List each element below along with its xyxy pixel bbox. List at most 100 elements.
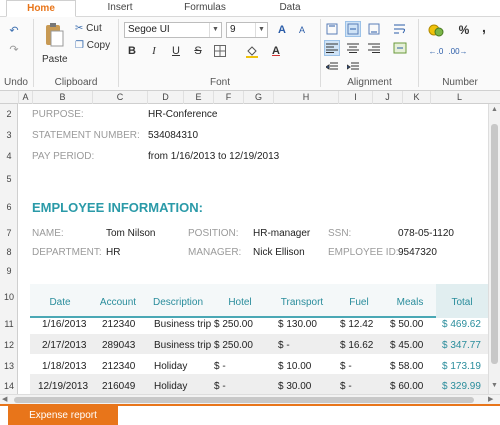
- cell-date[interactable]: 2/17/2013: [42, 340, 87, 351]
- tab-data[interactable]: Data: [260, 0, 320, 17]
- align-top-icon[interactable]: [324, 21, 340, 37]
- column-header[interactable]: I: [338, 91, 372, 104]
- cell-total[interactable]: $ 347.77: [442, 340, 481, 351]
- manager-value[interactable]: Nick Ellison: [253, 247, 305, 258]
- align-middle-icon[interactable]: [345, 21, 361, 37]
- column-header[interactable]: A: [18, 91, 32, 104]
- cell-transport[interactable]: $ -: [278, 340, 290, 351]
- row-header[interactable]: 12: [0, 340, 18, 350]
- italic-button[interactable]: I: [146, 43, 162, 59]
- align-left-icon[interactable]: [324, 40, 340, 56]
- grow-font-button[interactable]: A: [274, 22, 290, 38]
- cell-date[interactable]: 12/19/2013: [38, 381, 88, 392]
- cell-total[interactable]: $ 469.62: [442, 319, 481, 330]
- column-header[interactable]: K: [402, 91, 430, 104]
- fill-color-button[interactable]: [244, 43, 260, 59]
- pay-period-value[interactable]: from 1/16/2013 to 12/19/2013: [148, 151, 279, 162]
- vertical-scroll-thumb[interactable]: [491, 124, 498, 364]
- align-bottom-icon[interactable]: [366, 21, 382, 37]
- row-header[interactable]: 7: [0, 228, 18, 238]
- header-hotel[interactable]: Hotel: [210, 289, 270, 317]
- cell-date[interactable]: 1/18/2013: [42, 361, 87, 372]
- cell-fuel[interactable]: $ -: [340, 361, 352, 372]
- cell-total[interactable]: $ 173.19: [442, 361, 481, 372]
- cell-transport[interactable]: $ 130.00: [278, 319, 317, 330]
- cut-button[interactable]: ✂ Cut: [75, 23, 102, 34]
- cell-transport[interactable]: $ 10.00: [278, 361, 311, 372]
- row-header[interactable]: 6: [0, 202, 18, 212]
- horizontal-scrollbar[interactable]: ◀ ▶: [0, 394, 500, 404]
- column-header[interactable]: D: [147, 91, 183, 104]
- increase-decimal-icon[interactable]: ←.0: [428, 43, 444, 59]
- paste-button[interactable]: [42, 22, 66, 52]
- cell-date[interactable]: 1/16/2013: [42, 319, 87, 330]
- employee-id-value[interactable]: 9547320: [398, 247, 437, 258]
- spreadsheet-grid[interactable]: PURPOSE: HR-Conference STATEMENT NUMBER:…: [18, 104, 488, 394]
- header-account[interactable]: Account: [90, 289, 146, 317]
- font-color-button[interactable]: A: [268, 43, 284, 59]
- column-header[interactable]: B: [32, 91, 92, 104]
- select-all-corner[interactable]: [0, 91, 18, 104]
- cell-transport[interactable]: $ 30.00: [278, 381, 311, 392]
- shrink-font-button[interactable]: A: [294, 22, 310, 38]
- position-value[interactable]: HR-manager: [253, 228, 310, 239]
- tab-home[interactable]: Home: [6, 0, 76, 17]
- cell-meals[interactable]: $ 60.00: [390, 381, 423, 392]
- wrap-text-icon[interactable]: [392, 21, 408, 37]
- cell-hotel[interactable]: $ 250.00: [214, 340, 253, 351]
- ssn-value[interactable]: 078-05-1120: [398, 228, 454, 239]
- align-right-icon[interactable]: [366, 40, 382, 56]
- font-size-select[interactable]: 9 ▼: [226, 22, 268, 38]
- redo-icon[interactable]: ↷: [6, 41, 22, 57]
- column-header[interactable]: E: [183, 91, 213, 104]
- row-header[interactable]: 9: [0, 266, 18, 276]
- cell-description[interactable]: Business trip: [154, 319, 211, 330]
- cell-meals[interactable]: $ 58.00: [390, 361, 423, 372]
- cell-hotel[interactable]: $ -: [214, 361, 226, 372]
- vertical-scrollbar[interactable]: ▲ ▼: [488, 104, 500, 394]
- cell-fuel[interactable]: $ 12.42: [340, 319, 373, 330]
- paste-label[interactable]: Paste: [42, 54, 68, 65]
- tab-insert[interactable]: Insert: [90, 0, 150, 17]
- header-transport[interactable]: Transport: [270, 289, 334, 317]
- cell-description[interactable]: Holiday: [154, 361, 187, 372]
- cell-account[interactable]: 212340: [102, 319, 135, 330]
- cell-hotel[interactable]: $ 250.00: [214, 319, 253, 330]
- column-header[interactable]: L: [430, 91, 488, 104]
- column-header[interactable]: G: [243, 91, 273, 104]
- row-header[interactable]: 4: [0, 151, 18, 161]
- column-header[interactable]: H: [273, 91, 338, 104]
- purpose-value[interactable]: HR-Conference: [148, 109, 217, 120]
- scroll-left-icon[interactable]: ◀: [2, 395, 7, 403]
- borders-button[interactable]: [212, 43, 228, 59]
- column-header[interactable]: F: [213, 91, 243, 104]
- row-header[interactable]: 2: [0, 109, 18, 119]
- column-header[interactable]: C: [92, 91, 147, 104]
- department-value[interactable]: HR: [106, 247, 120, 258]
- tab-formulas[interactable]: Formulas: [175, 0, 235, 17]
- copy-button[interactable]: ❐ Copy: [75, 40, 110, 51]
- indent-increase-icon[interactable]: [345, 59, 361, 75]
- underline-button[interactable]: U: [168, 43, 184, 59]
- cell-account[interactable]: 212340: [102, 361, 135, 372]
- percent-button[interactable]: %: [456, 22, 472, 38]
- column-header[interactable]: J: [372, 91, 402, 104]
- row-header[interactable]: 5: [0, 174, 18, 184]
- cell-account[interactable]: 216049: [102, 381, 135, 392]
- header-fuel[interactable]: Fuel: [334, 289, 384, 317]
- cell-hotel[interactable]: $ -: [214, 381, 226, 392]
- cell-description[interactable]: Holiday: [154, 381, 187, 392]
- row-header[interactable]: 11: [0, 319, 18, 329]
- cell-account[interactable]: 289043: [102, 340, 135, 351]
- statement-number-value[interactable]: 534084310: [148, 130, 198, 141]
- decrease-decimal-icon[interactable]: .00→: [448, 43, 467, 59]
- scroll-up-icon[interactable]: ▲: [491, 106, 498, 113]
- font-family-select[interactable]: Segoe UI ▼: [124, 22, 222, 38]
- cell-meals[interactable]: $ 50.00: [390, 319, 423, 330]
- merge-center-icon[interactable]: [392, 40, 408, 56]
- sheet-tab-expense-report[interactable]: Expense report: [8, 406, 118, 425]
- row-header[interactable]: 14: [0, 381, 18, 391]
- currency-format-icon[interactable]: [426, 22, 448, 38]
- cell-fuel[interactable]: $ -: [340, 381, 352, 392]
- row-header[interactable]: 8: [0, 247, 18, 257]
